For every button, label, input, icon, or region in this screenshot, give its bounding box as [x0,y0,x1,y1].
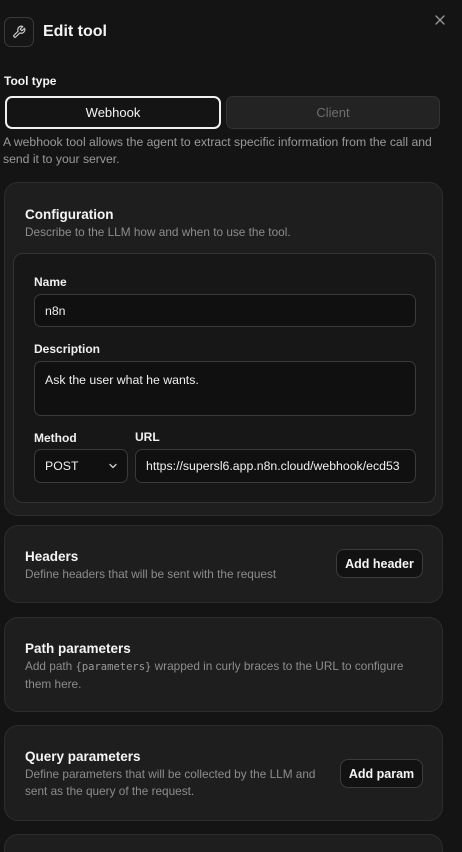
dialog-header: Edit tool [4,16,107,47]
method-select-value: POST [45,459,79,473]
headers-title: Headers [25,549,79,564]
headers-card: Headers Define headers that will be sent… [4,525,443,603]
tool-type-label: Tool type [4,74,57,88]
configuration-description: Describe to the LLM how and when to use … [25,225,291,239]
dialog-title: Edit tool [43,22,107,40]
method-select[interactable]: POST [34,449,128,483]
configuration-card: Configuration Describe to the LLM how an… [4,182,443,516]
path-parameters-title: Path parameters [25,641,131,656]
wrench-icon [4,16,34,47]
configuration-title: Configuration [25,207,114,222]
headers-description: Define headers that will be sent with th… [25,567,277,581]
query-parameters-title: Query parameters [25,749,141,764]
query-parameters-card: Query parameters Define parameters that … [4,725,443,821]
path-parameters-code: {parameters} [75,661,152,673]
tool-type-client-button[interactable]: Client [226,96,440,129]
path-parameters-description: Add path {parameters} wrapped in curly b… [25,658,430,693]
method-label: Method [34,431,77,445]
configuration-form: Name n8n Description Ask the user what h… [13,253,436,503]
query-parameters-description: Define parameters that will be collected… [25,767,316,798]
description-textarea[interactable]: Ask the user what he wants. [34,361,416,416]
path-parameters-desc-before: Add path [25,659,76,673]
tool-type-description: A webhook tool allows the agent to extra… [3,135,432,166]
name-label: Name [34,275,67,289]
tool-type-webhook-button[interactable]: Webhook [5,96,221,129]
close-icon[interactable] [433,13,447,27]
next-card [4,834,443,852]
path-parameters-card: Path parameters Add path {parameters} wr… [4,617,443,712]
add-header-button[interactable]: Add header [336,549,423,578]
url-input[interactable]: https://supersl6.app.n8n.cloud/webhook/e… [135,449,416,483]
chevron-down-icon [108,460,118,474]
url-label: URL [135,430,160,444]
description-label: Description [34,342,101,356]
name-input[interactable]: n8n [34,294,416,327]
add-param-button[interactable]: Add param [340,759,423,788]
